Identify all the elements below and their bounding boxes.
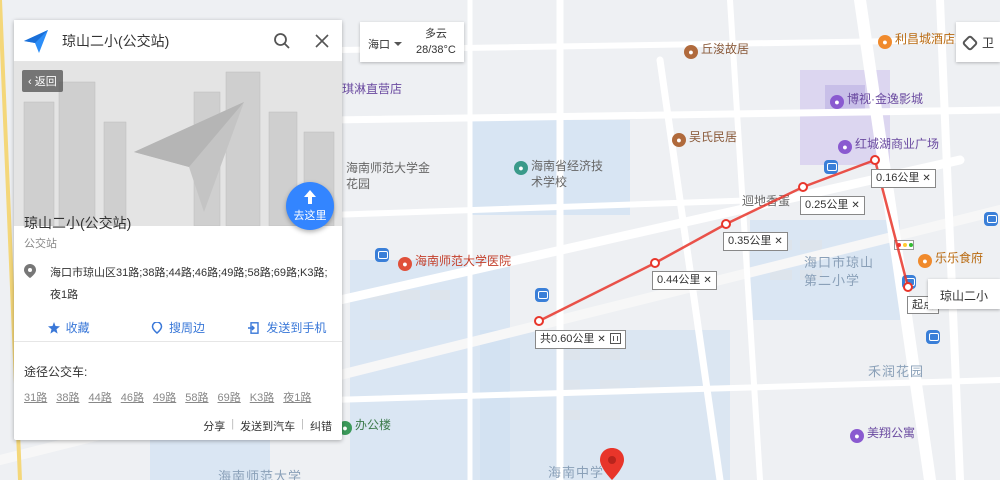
measure-segment-text: 0.35公里 xyxy=(728,235,772,247)
measure-total: 共0.60公里 ✕ xyxy=(535,330,626,349)
route-vertex[interactable] xyxy=(534,316,544,326)
measure-segment-text: 0.44公里 xyxy=(657,274,701,286)
city-selector[interactable]: 海口 xyxy=(368,36,402,52)
bus-line-link[interactable]: 58路 xyxy=(185,389,208,405)
satellite-toggle-button[interactable]: 卫 xyxy=(956,22,1000,62)
close-icon[interactable]: ✕ xyxy=(597,334,605,345)
route-vertex[interactable] xyxy=(721,219,731,229)
bus-lines-list: 31路 38路 44路 46路 49路 58路 69路 K3路 夜1路 xyxy=(24,389,311,405)
close-icon xyxy=(315,33,329,48)
place-detail-panel: 琼山二小(公交站) ‹ 返回 去这里 琼山二小(公交站) 公交站 海口市琼山区3… xyxy=(14,20,342,440)
bus-line-link[interactable]: 46路 xyxy=(121,389,144,405)
measure-total-text: 共0.60公里 xyxy=(540,333,595,345)
bus-line-link[interactable]: 31路 xyxy=(24,389,47,405)
city-name: 海口 xyxy=(368,39,390,51)
satellite-label: 卫 xyxy=(982,36,995,50)
place-actions: 收藏 搜周边 发送到手机 xyxy=(14,314,342,342)
search-input[interactable]: 琼山二小(公交站) xyxy=(62,31,262,51)
go-here-label: 去这里 xyxy=(293,210,327,222)
measure-segment: 0.35公里 ✕ xyxy=(723,232,788,251)
close-button[interactable] xyxy=(302,20,342,62)
divider: | xyxy=(301,418,304,430)
route-vertex[interactable] xyxy=(903,282,913,292)
send-to-car-link[interactable]: 发送到汽车 xyxy=(240,418,295,434)
measure-segment-text: 0.16公里 xyxy=(876,172,920,184)
chevron-left-icon: ‹ xyxy=(28,76,35,88)
search-nearby-label: 搜周边 xyxy=(168,321,205,335)
measure-segment: 0.16公里 ✕ xyxy=(871,169,936,188)
bus-line-link[interactable]: 69路 xyxy=(218,389,241,405)
report-error-link[interactable]: 纠错 xyxy=(310,418,332,434)
address-text: 海口市琼山区31路;38路;44路;46路;49路;58路;69路;K3路;夜1… xyxy=(50,267,328,301)
favorite-label: 收藏 xyxy=(65,321,90,335)
search-bar: 琼山二小(公交站) xyxy=(14,20,342,62)
weather-temperature: 28/38°C xyxy=(416,44,456,56)
back-label: 返回 xyxy=(34,76,57,88)
route-vertex[interactable] xyxy=(650,258,660,268)
trash-icon[interactable] xyxy=(609,333,621,344)
star-icon xyxy=(47,321,60,334)
close-icon[interactable]: ✕ xyxy=(851,200,859,211)
go-here-button[interactable]: 去这里 xyxy=(286,182,334,230)
measure-segment: 0.25公里 ✕ xyxy=(800,196,865,215)
favorite-button[interactable]: 收藏 xyxy=(14,314,123,341)
place-type: 公交站 xyxy=(24,238,57,250)
nearby-pin-icon xyxy=(151,321,163,334)
bus-line-link[interactable]: 44路 xyxy=(89,389,112,405)
close-icon[interactable]: ✕ xyxy=(922,173,930,184)
send-icon xyxy=(248,321,260,334)
location-icon xyxy=(24,264,36,278)
map-callout-text: 琼山二小 xyxy=(940,289,989,303)
search-button[interactable] xyxy=(262,20,302,62)
measure-segment: 0.44公里 ✕ xyxy=(652,271,717,290)
app-logo-icon xyxy=(24,29,48,53)
weather-condition: 多云 xyxy=(424,28,447,40)
search-icon xyxy=(274,32,290,49)
panel-footer: 分享 | 发送到汽车 | 纠错 xyxy=(203,418,332,434)
share-link[interactable]: 分享 xyxy=(203,418,225,434)
place-title: 琼山二小(公交站) xyxy=(24,215,132,231)
weather-info: 多云 28/38°C xyxy=(416,26,456,58)
address-row: 海口市琼山区31路;38路;44路;46路;49路;58路;69路;K3路;夜1… xyxy=(24,262,334,306)
back-button[interactable]: ‹ 返回 xyxy=(22,70,63,92)
close-icon[interactable]: ✕ xyxy=(774,236,782,247)
send-to-phone-label: 发送到手机 xyxy=(266,321,327,335)
satellite-icon xyxy=(961,34,979,52)
route-vertex[interactable] xyxy=(798,182,808,192)
map-callout[interactable]: 琼山二小 xyxy=(928,279,1000,309)
close-icon[interactable]: ✕ xyxy=(703,275,711,286)
city-weather-widget: 海口 多云 28/38°C xyxy=(360,22,464,62)
bus-line-link[interactable]: 夜1路 xyxy=(283,389,311,405)
chevron-down-icon xyxy=(394,42,402,46)
navigate-arrow-icon xyxy=(304,190,316,204)
search-nearby-button[interactable]: 搜周边 xyxy=(123,314,232,341)
bus-line-link[interactable]: 49路 xyxy=(153,389,176,405)
location-pin-icon[interactable] xyxy=(600,448,624,480)
send-to-phone-button[interactable]: 发送到手机 xyxy=(233,314,342,341)
bus-lines-title: 途径公交车: xyxy=(24,365,88,379)
divider: | xyxy=(231,418,235,430)
measure-segment-text: 0.25公里 xyxy=(805,199,849,211)
bus-line-link[interactable]: K3路 xyxy=(250,389,274,405)
bus-line-link[interactable]: 38路 xyxy=(56,389,79,405)
route-vertex[interactable] xyxy=(870,155,880,165)
